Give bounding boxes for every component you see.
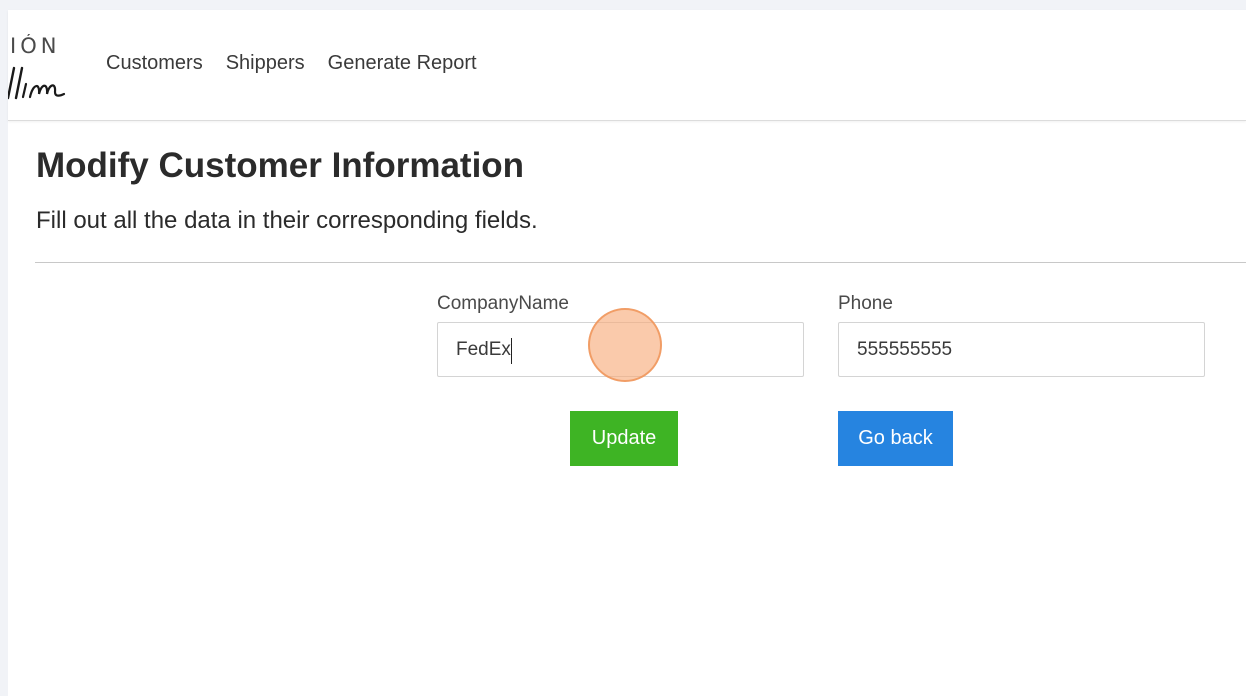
company-name-input[interactable] xyxy=(437,322,804,377)
page-container: IÓN Customers Shippers Generate Report M… xyxy=(8,10,1246,696)
phone-label: Phone xyxy=(838,293,893,314)
nav-link-customers[interactable]: Customers xyxy=(106,52,203,75)
nav-link-shippers[interactable]: Shippers xyxy=(226,52,305,75)
go-back-button[interactable]: Go back xyxy=(838,411,953,466)
update-button[interactable]: Update xyxy=(570,411,678,466)
section-divider xyxy=(35,262,1246,263)
brand-logo[interactable]: IÓN xyxy=(8,34,76,104)
company-name-label: CompanyName xyxy=(437,293,569,314)
logo-text: IÓN xyxy=(10,34,61,58)
phone-input[interactable] xyxy=(838,322,1205,377)
logo-signature-icon xyxy=(8,66,66,100)
nav-link-generate-report[interactable]: Generate Report xyxy=(328,52,477,75)
page-title: Modify Customer Information xyxy=(36,146,525,185)
page-subtitle: Fill out all the data in their correspon… xyxy=(36,207,538,234)
text-cursor xyxy=(511,338,512,364)
nav-links: Customers Shippers Generate Report xyxy=(106,52,500,75)
top-navbar: IÓN Customers Shippers Generate Report xyxy=(8,10,1246,121)
